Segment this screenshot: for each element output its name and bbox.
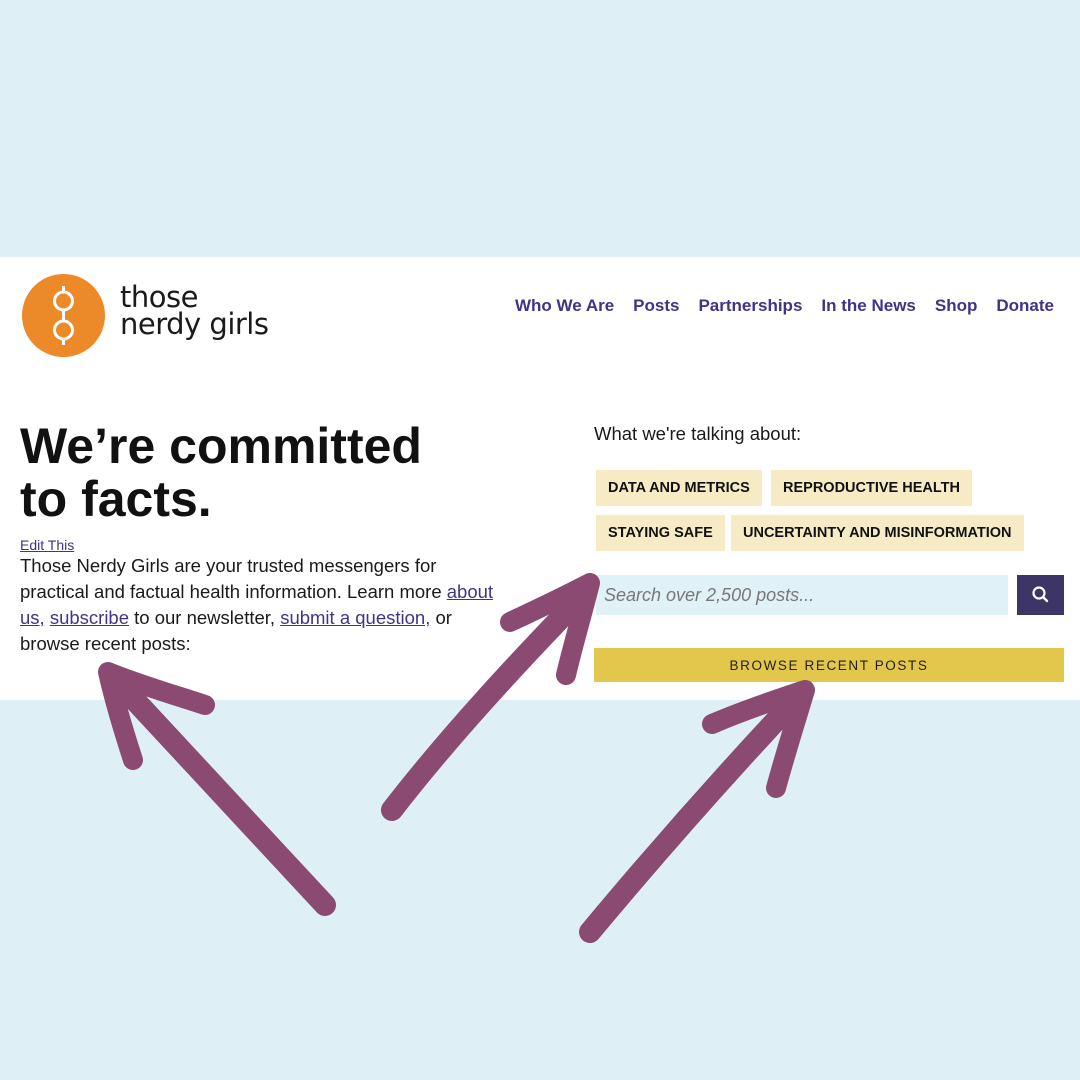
- topics-heading: What we're talking about:: [594, 423, 802, 444]
- intro-paragraph: Those Nerdy Girls are your trusted messe…: [20, 553, 500, 657]
- edit-this-link[interactable]: Edit This: [20, 537, 74, 553]
- headline-line-1: We’re committed: [20, 418, 422, 474]
- search-button[interactable]: [1017, 575, 1064, 615]
- search-input[interactable]: [596, 575, 1008, 615]
- tag-uncertainty-and-misinformation[interactable]: UNCERTAINTY AND MISINFORMATION: [731, 515, 1024, 551]
- headline-line-2: to facts.: [20, 471, 212, 527]
- arrow-to-browse-button: [579, 680, 815, 943]
- logo-line-2: nerdy girls: [120, 307, 269, 341]
- tag-staying-safe[interactable]: STAYING SAFE: [596, 515, 725, 551]
- nav-posts[interactable]: Posts: [633, 296, 679, 316]
- search-icon: [1032, 586, 1049, 603]
- tag-data-and-metrics[interactable]: DATA AND METRICS: [596, 470, 762, 506]
- logo-glasses-icon: [22, 274, 105, 357]
- intro-text-3: to our newsletter,: [129, 607, 281, 628]
- tag-reproductive-health[interactable]: REPRODUCTIVE HEALTH: [771, 470, 972, 506]
- nav-in-the-news[interactable]: In the News: [821, 296, 915, 316]
- nav-shop[interactable]: Shop: [935, 296, 978, 316]
- subscribe-link[interactable]: subscribe: [50, 607, 129, 628]
- browse-recent-posts-button[interactable]: BROWSE RECENT POSTS: [594, 648, 1064, 682]
- intro-text-1: Those Nerdy Girls are your trusted messe…: [20, 555, 447, 602]
- nav-partnerships[interactable]: Partnerships: [698, 296, 802, 316]
- page-headline: We’re committed to facts.: [20, 420, 540, 526]
- logo-wordmark: those nerdy girls: [120, 283, 269, 341]
- nav-who-we-are[interactable]: Who We Are: [515, 296, 614, 316]
- main-nav: Who We Are Posts Partnerships In the New…: [515, 296, 1054, 316]
- site-logo[interactable]: those nerdy girls: [22, 274, 272, 360]
- submit-question-link[interactable]: submit a question,: [280, 607, 430, 628]
- arrow-to-submit-question: [98, 662, 336, 916]
- nav-donate[interactable]: Donate: [996, 296, 1054, 316]
